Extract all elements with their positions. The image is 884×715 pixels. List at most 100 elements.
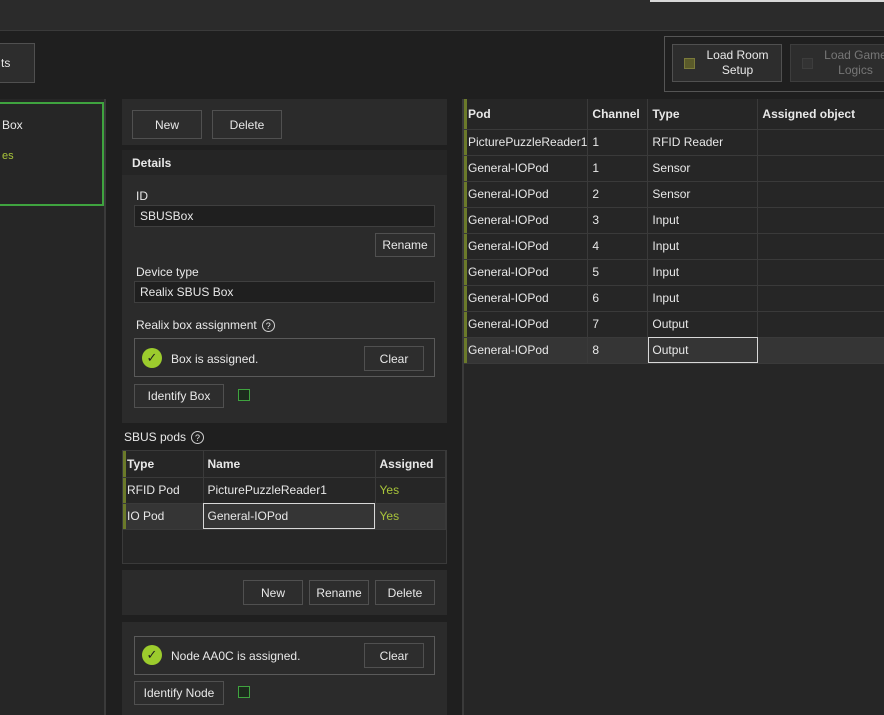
id-field[interactable]: SBUSBox <box>134 205 435 227</box>
room-setup-icon <box>683 57 695 69</box>
channel-cell: 3 <box>587 207 649 234</box>
identify-box-indicator <box>238 389 250 401</box>
pod-cell: General-IOPod <box>464 181 589 208</box>
column-header-name[interactable]: Name <box>203 451 376 478</box>
pod-cell: General-IOPod <box>464 337 589 364</box>
pod-name-cell: General-IOPod <box>203 503 376 530</box>
load-room-setup-label: Load Room Setup <box>706 48 769 77</box>
help-icon[interactable]: ? <box>191 431 205 445</box>
channel-cell: 7 <box>587 311 649 338</box>
device-type-label: Device type <box>136 265 199 279</box>
pod-assigned-cell: Yes <box>375 503 446 530</box>
toolbar-cut-button[interactable]: ts <box>0 43 35 83</box>
clear-node-button[interactable]: Clear <box>364 643 424 668</box>
title-bar <box>0 0 884 31</box>
channel-cell: 8 <box>587 337 649 364</box>
pod-cell: General-IOPod <box>464 259 589 286</box>
pod-cell: General-IOPod <box>464 311 589 338</box>
box-assignment-label: Realix box assignment? <box>136 318 275 333</box>
assigned-object-cell[interactable] <box>757 337 884 364</box>
table-row[interactable]: General-IOPod 1 Sensor <box>464 155 884 182</box>
channel-cell: 4 <box>587 233 649 260</box>
type-cell: Sensor <box>647 181 759 208</box>
assigned-object-cell[interactable] <box>757 233 884 260</box>
box-assignment-label-text: Realix box assignment <box>136 318 257 332</box>
column-header-assigned-object[interactable]: Assigned object <box>757 99 884 130</box>
sbus-pods-label-text: SBUS pods <box>124 430 187 444</box>
table-row[interactable]: General-IOPod 6 Input <box>464 285 884 312</box>
column-header-assigned[interactable]: Assigned <box>375 451 446 478</box>
type-cell: Sensor <box>647 155 759 182</box>
type-cell: RFID Reader <box>647 129 759 156</box>
sbus-pods-table: Type Name Assigned RFID Pod PicturePuzzl… <box>123 451 446 530</box>
identify-node-button[interactable]: Identify Node <box>134 681 224 705</box>
type-cell: Input <box>647 285 759 312</box>
assigned-object-cell[interactable] <box>757 129 884 156</box>
pod-channels-panel: Pod Channel Type Assigned object Picture… <box>462 99 884 715</box>
device-type-field[interactable]: Realix SBUS Box <box>134 281 435 303</box>
sbus-pods-table-container: Type Name Assigned RFID Pod PicturePuzzl… <box>122 450 447 564</box>
type-cell: Output <box>647 337 759 364</box>
table-header-row: Type Name Assigned <box>123 451 446 478</box>
clear-box-button[interactable]: Clear <box>364 346 424 371</box>
pod-cell: General-IOPod <box>464 233 589 260</box>
device-list-item-selected[interactable]: Box es <box>0 102 104 206</box>
identify-node-indicator <box>238 686 250 698</box>
device-list-item-subtitle: es <box>2 150 14 162</box>
load-game-logics-button[interactable]: Load Game Logics <box>790 44 884 82</box>
table-header-row: Pod Channel Type Assigned object <box>464 99 884 130</box>
table-row[interactable]: General-IOPod 5 Input <box>464 259 884 286</box>
assigned-object-cell[interactable] <box>757 285 884 312</box>
node-status-text: Node AA0C is assigned. <box>171 649 301 663</box>
sbus-pods-label: SBUS pods? <box>124 430 205 445</box>
box-status-text: Box is assigned. <box>171 352 259 366</box>
type-cell: Output <box>647 311 759 338</box>
channel-cell: 5 <box>587 259 649 286</box>
table-row[interactable]: General-IOPod 7 Output <box>464 311 884 338</box>
type-cell: Input <box>647 233 759 260</box>
type-cell: Input <box>647 259 759 286</box>
table-row[interactable]: General-IOPod 8 Output <box>464 337 884 364</box>
game-logics-icon <box>801 57 813 69</box>
assigned-object-cell[interactable] <box>757 181 884 208</box>
table-row[interactable]: RFID Pod PicturePuzzleReader1 Yes <box>123 477 446 504</box>
channel-cell: 1 <box>587 129 649 156</box>
column-header-type[interactable]: Type <box>647 99 759 130</box>
pod-cell: General-IOPod <box>464 207 589 234</box>
pod-type-cell: RFID Pod <box>123 477 204 504</box>
assigned-object-cell[interactable] <box>757 311 884 338</box>
delete-device-button[interactable]: Delete <box>212 110 282 139</box>
new-pod-button[interactable]: New <box>243 580 303 605</box>
pod-cell: General-IOPod <box>464 155 589 182</box>
rename-id-button[interactable]: Rename <box>375 233 435 257</box>
new-device-button[interactable]: New <box>132 110 202 139</box>
channel-cell: 2 <box>587 181 649 208</box>
assigned-object-cell[interactable] <box>757 259 884 286</box>
channel-cell: 6 <box>587 285 649 312</box>
delete-pod-button[interactable]: Delete <box>375 580 435 605</box>
rename-pod-button[interactable]: Rename <box>309 580 369 605</box>
device-list-item-title: Box <box>2 118 23 132</box>
assigned-object-cell[interactable] <box>757 155 884 182</box>
table-row[interactable]: IO Pod General-IOPod Yes <box>123 503 446 530</box>
column-header-pod[interactable]: Pod <box>464 99 589 130</box>
column-header-channel[interactable]: Channel <box>587 99 649 130</box>
identify-box-button[interactable]: Identify Box <box>134 384 224 408</box>
table-row[interactable]: General-IOPod 2 Sensor <box>464 181 884 208</box>
pod-cell: PicturePuzzleReader1 <box>464 129 589 156</box>
pod-channels-table: Pod Channel Type Assigned object Picture… <box>464 99 884 364</box>
channel-cell: 1 <box>587 155 649 182</box>
pod-type-cell: IO Pod <box>123 503 204 530</box>
pod-name-cell: PicturePuzzleReader1 <box>203 477 376 504</box>
load-game-logics-label: Load Game Logics <box>824 48 884 77</box>
assigned-object-cell[interactable] <box>757 207 884 234</box>
load-room-setup-button[interactable]: Load Room Setup <box>672 44 782 82</box>
table-row[interactable]: General-IOPod 3 Input <box>464 207 884 234</box>
column-header-type[interactable]: Type <box>123 451 204 478</box>
help-icon[interactable]: ? <box>261 319 275 333</box>
table-row[interactable]: PicturePuzzleReader1 1 RFID Reader <box>464 129 884 156</box>
type-cell: Input <box>647 207 759 234</box>
table-row[interactable]: General-IOPod 4 Input <box>464 233 884 260</box>
check-icon: ✓ <box>142 348 162 368</box>
pod-cell: General-IOPod <box>464 285 589 312</box>
